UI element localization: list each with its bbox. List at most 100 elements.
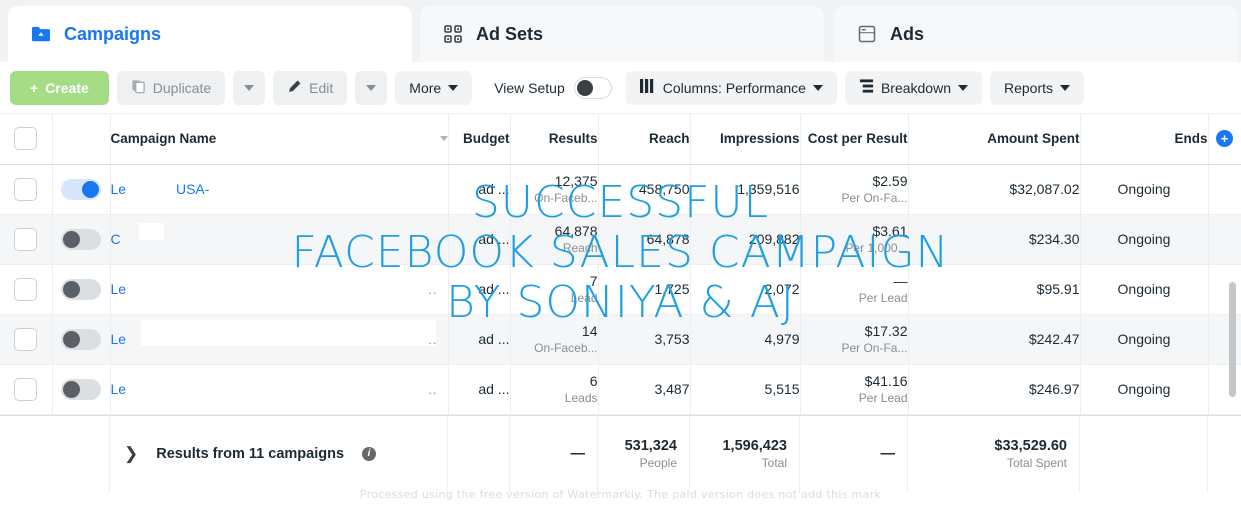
breakdown-button[interactable]: Breakdown [844, 70, 982, 105]
budget-cell: ad ... [448, 364, 511, 415]
campaign-name-header[interactable]: Campaign Name [110, 114, 449, 165]
name-truncation-ellipsis: .. [428, 281, 438, 297]
campaign-status-toggle[interactable] [61, 278, 101, 300]
summary-budget-cell [448, 415, 510, 493]
summary-reach-cell: 531,324 People [598, 415, 690, 493]
results-cell: 6 Leads [510, 364, 599, 415]
view-setup-toggle[interactable] [573, 76, 612, 99]
columns-label: Columns: Performance [662, 79, 806, 96]
summary-label-cell[interactable]: ❯ Results from 11 campaigns i [110, 415, 448, 493]
reach-header[interactable]: Reach [598, 114, 691, 165]
campaign-name-cell[interactable]: Le USA- [110, 164, 449, 215]
row-checkbox[interactable] [14, 377, 38, 401]
redaction-box [138, 222, 164, 240]
campaign-name-cell[interactable]: Le .. [110, 264, 449, 315]
row-status-cell[interactable] [52, 164, 111, 215]
campaign-name-prefix: Le [110, 181, 127, 197]
cost-per-result-cell: $17.32 Per On-Fa... [800, 314, 909, 365]
table-row[interactable]: Le .. ad ... 14 On-Faceb... 3,753 4,979 $… [0, 314, 1241, 365]
reports-button[interactable]: Reports [989, 70, 1085, 105]
info-icon[interactable]: i [362, 447, 377, 461]
select-all-header[interactable] [0, 114, 53, 165]
results-cell: 7 Lead [510, 264, 599, 315]
campaign-name-cell[interactable]: C [110, 214, 449, 265]
edit-dropdown-button[interactable] [355, 70, 388, 105]
tab-ads-label: Ads [890, 23, 925, 44]
budget-header[interactable]: Budget [448, 114, 511, 165]
row-checkbox-cell[interactable] [0, 314, 53, 365]
campaign-name-cell[interactable]: Le .. [110, 314, 449, 365]
row-end-cell [1208, 214, 1241, 265]
campaign-status-toggle[interactable] [61, 378, 101, 400]
ends-header[interactable]: Ends [1080, 114, 1209, 165]
campaign-name-header-label: Campaign Name [110, 130, 217, 146]
row-end-cell [1208, 314, 1241, 365]
tab-ad-sets-label: Ad Sets [476, 23, 544, 44]
cost-per-result-header[interactable]: Cost per Result [800, 114, 909, 165]
row-status-cell[interactable] [52, 214, 111, 265]
cost-per-result-cell: $41.16 Per Lead [800, 364, 909, 415]
more-button[interactable]: More [395, 70, 473, 105]
amount-spent-header[interactable]: Amount Spent [908, 114, 1081, 165]
tab-ads[interactable]: Ads [834, 6, 1238, 62]
summary-end-cell [1208, 416, 1241, 493]
campaign-name-prefix: Le [110, 331, 127, 347]
table-row[interactable]: Le USA- ad ... 12,375 On-Faceb... 458,750… [0, 164, 1241, 215]
duplicate-dropdown-button[interactable] [233, 70, 266, 105]
create-button[interactable]: + Create [10, 70, 109, 105]
summary-amount-spent-cell: $33,529.60 Total Spent [908, 415, 1080, 493]
add-column-icon[interactable]: + [1216, 130, 1233, 148]
duplicate-icon [131, 79, 146, 97]
tab-ad-sets[interactable]: Ad Sets [420, 6, 824, 62]
campaign-status-toggle[interactable] [61, 328, 101, 350]
create-label: Create [45, 79, 89, 96]
row-status-cell[interactable] [52, 314, 111, 365]
duplicate-button[interactable]: Duplicate [116, 70, 226, 105]
name-truncation-ellipsis: .. [428, 381, 438, 397]
row-checkbox[interactable] [14, 227, 38, 251]
tab-campaigns[interactable]: Campaigns [8, 6, 412, 62]
amount-spent-cell: $246.97 [908, 364, 1081, 415]
results-header[interactable]: Results [510, 114, 599, 165]
columns-icon [639, 79, 656, 96]
row-status-cell[interactable] [52, 264, 111, 315]
table-row[interactable]: C ad ... 64,878 Reach 64,878 209,882 $3.6… [0, 214, 1241, 265]
summary-spacer [0, 415, 110, 493]
budget-cell: ad ... [448, 164, 511, 215]
row-checkbox-cell[interactable] [0, 364, 53, 415]
view-setup-control[interactable]: View Setup [494, 76, 612, 99]
table-row[interactable]: Le .. ad ... 6 Leads 3,487 5,515 $41.16 Pe… [0, 364, 1241, 415]
campaign-status-toggle[interactable] [61, 228, 101, 250]
impressions-cell: 2,072 [690, 264, 801, 315]
chevron-down-icon [244, 84, 255, 91]
row-checkbox-cell[interactable] [0, 164, 53, 215]
ends-cell: Ongoing [1080, 364, 1209, 415]
campaign-name-cell[interactable]: Le .. [110, 364, 449, 415]
duplicate-label: Duplicate [152, 79, 212, 96]
chevron-down-icon [1060, 84, 1071, 91]
row-checkbox[interactable] [14, 277, 38, 301]
campaign-name-prefix: C [110, 231, 121, 247]
ends-cell: Ongoing [1080, 264, 1209, 315]
chevron-right-icon[interactable]: ❯ [124, 444, 138, 464]
columns-button[interactable]: Columns: Performance [625, 70, 837, 105]
row-checkbox[interactable] [14, 327, 38, 351]
chevron-down-icon [448, 84, 459, 91]
reach-cell: 3,753 [598, 314, 691, 365]
reach-cell: 1,725 [598, 264, 691, 315]
table-body: Le USA- ad ... 12,375 On-Faceb... 458,750… [0, 164, 1241, 415]
add-column-header[interactable]: + [1208, 114, 1241, 165]
row-status-cell[interactable] [52, 364, 111, 415]
budget-cell: ad ... [448, 314, 511, 365]
edit-button[interactable]: Edit [273, 70, 348, 105]
row-checkbox[interactable] [14, 177, 38, 201]
more-label: More [409, 79, 442, 96]
row-checkbox-cell[interactable] [0, 264, 53, 315]
table-vertical-scrollbar[interactable] [1229, 282, 1236, 397]
campaign-status-toggle[interactable] [61, 178, 101, 200]
tab-campaigns-label: Campaigns [64, 23, 162, 44]
row-checkbox-cell[interactable] [0, 214, 53, 265]
table-row[interactable]: Le .. ad ... 7 Lead 1,725 2,072 — Per Lead… [0, 264, 1241, 315]
select-all-checkbox[interactable] [14, 127, 38, 151]
impressions-header[interactable]: Impressions [690, 114, 801, 165]
